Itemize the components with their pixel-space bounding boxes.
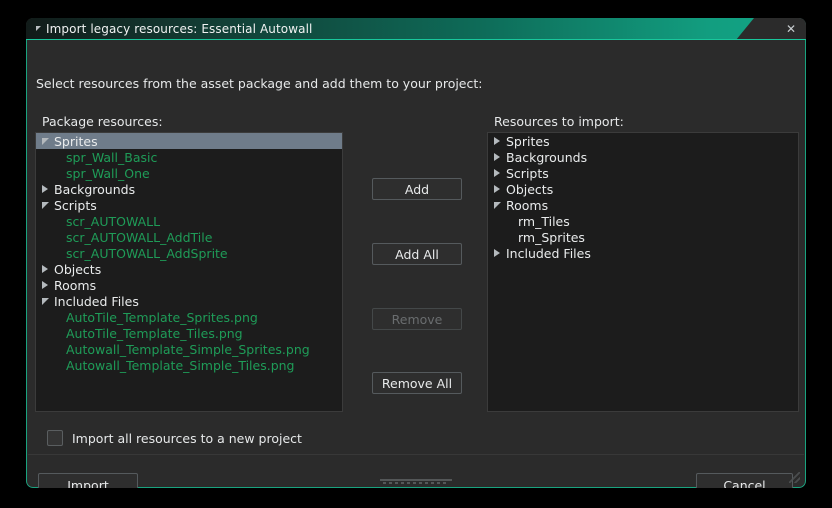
triangle-expanded-icon[interactable] [488, 202, 506, 209]
tree-row-label: Autowall_Template_Simple_Sprites.png [66, 342, 310, 357]
triangle-glyph [42, 138, 49, 145]
remove-button: Remove [372, 308, 462, 330]
tree-row-label: Objects [54, 262, 101, 277]
tree-row[interactable]: spr_Wall_Basic [36, 149, 342, 165]
triangle-glyph [42, 298, 49, 305]
triangle-glyph [42, 185, 48, 193]
triangle-glyph [494, 153, 500, 161]
tree-row[interactable]: Scripts [36, 197, 342, 213]
triangle-glyph [42, 265, 48, 273]
triangle-glyph [494, 169, 500, 177]
tree-row[interactable]: Included Files [36, 293, 342, 309]
window-title: Import legacy resources: Essential Autow… [46, 22, 312, 36]
tree-row-label: Sprites [506, 134, 550, 149]
tree-row[interactable]: Rooms [36, 277, 342, 293]
triangle-glyph [494, 249, 500, 257]
triangle-expanded-icon[interactable] [36, 202, 54, 209]
tree-row-label: Backgrounds [506, 150, 587, 165]
tree-row-label: scr_AUTOWALL_AddSprite [66, 246, 228, 261]
tree-row[interactable]: Autowall_Template_Simple_Tiles.png [36, 357, 342, 373]
add-all-button[interactable]: Add All [372, 243, 462, 265]
corner-resize-grip[interactable] [789, 472, 800, 483]
tree-row-label: rm_Sprites [518, 230, 585, 245]
tree-row-label: AutoTile_Template_Tiles.png [66, 326, 243, 341]
tree-row[interactable]: Backgrounds [488, 149, 798, 165]
triangle-glyph [42, 281, 48, 289]
tree-row[interactable]: Sprites [488, 133, 798, 149]
tree-row-label: scr_AUTOWALL [66, 214, 160, 229]
tree-row[interactable]: Sprites [36, 133, 342, 149]
tree-row-label: Scripts [506, 166, 549, 181]
tree-row[interactable]: Objects [488, 181, 798, 197]
tree-row[interactable]: rm_Tiles [488, 213, 798, 229]
triangle-glyph [494, 137, 500, 145]
tree-row-label: AutoTile_Template_Sprites.png [66, 310, 258, 325]
tree-row-label: scr_AUTOWALL_AddTile [66, 230, 212, 245]
tree-row[interactable]: Scripts [488, 165, 798, 181]
triangle-collapsed-icon[interactable] [488, 185, 506, 193]
triangle-collapsed-icon[interactable] [36, 265, 54, 273]
tree-row-label: Rooms [506, 198, 548, 213]
title-bar[interactable]: Import legacy resources: Essential Autow… [26, 18, 806, 40]
tree-row[interactable]: rm_Sprites [488, 229, 798, 245]
triangle-collapsed-icon[interactable] [36, 281, 54, 289]
close-icon[interactable]: ✕ [786, 23, 796, 35]
tree-row[interactable]: Rooms [488, 197, 798, 213]
tree-row-label: Included Files [506, 246, 591, 261]
cancel-button[interactable]: Cancel [696, 473, 793, 488]
package-resources-tree[interactable]: Spritesspr_Wall_Basicspr_Wall_OneBackgro… [35, 132, 343, 412]
tree-row[interactable]: Included Files [488, 245, 798, 261]
tree-row[interactable]: scr_AUTOWALL_AddSprite [36, 245, 342, 261]
tree-row-label: Autowall_Template_Simple_Tiles.png [66, 358, 295, 373]
triangle-collapsed-icon[interactable] [488, 137, 506, 145]
triangle-glyph [494, 185, 500, 193]
tree-row-label: spr_Wall_One [66, 166, 150, 181]
triangle-collapsed-icon[interactable] [488, 249, 506, 257]
import-legacy-resources-dialog: Import legacy resources: Essential Autow… [26, 18, 806, 488]
add-button[interactable]: Add [372, 178, 462, 200]
remove-all-button[interactable]: Remove All [372, 372, 462, 394]
tree-row[interactable]: AutoTile_Template_Tiles.png [36, 325, 342, 341]
new-project-checkbox-row[interactable]: Import all resources to a new project [38, 430, 302, 446]
footer-separator [28, 454, 804, 455]
tree-row[interactable]: Backgrounds [36, 181, 342, 197]
triangle-collapsed-icon[interactable] [488, 153, 506, 161]
tree-row-label: spr_Wall_Basic [66, 150, 157, 165]
triangle-glyph [494, 202, 501, 209]
tree-row-label: Objects [506, 182, 553, 197]
tree-row[interactable]: AutoTile_Template_Sprites.png [36, 309, 342, 325]
tree-row[interactable]: Autowall_Template_Simple_Sprites.png [36, 341, 342, 357]
collapse-toggle[interactable] [26, 27, 46, 32]
triangle-glyph [42, 202, 49, 209]
import-button[interactable]: Import [38, 473, 138, 488]
title-bar-right-cap: ✕ [736, 18, 806, 40]
resources-to-import-tree[interactable]: SpritesBackgroundsScriptsObjectsRoomsrm_… [487, 132, 799, 412]
triangle-expanded-icon[interactable] [36, 138, 54, 145]
triangle-collapsed-icon[interactable] [36, 185, 54, 193]
resources-to-import-label: Resources to import: [494, 114, 624, 129]
triangle-expanded-icon[interactable] [36, 298, 54, 305]
instruction-text: Select resources from the asset package … [36, 76, 482, 91]
tree-row[interactable]: spr_Wall_One [36, 165, 342, 181]
bottom-resize-grip[interactable] [380, 479, 452, 484]
tree-row-label: Sprites [54, 134, 98, 149]
package-resources-label: Package resources: [42, 114, 163, 129]
tree-row[interactable]: scr_AUTOWALL_AddTile [36, 229, 342, 245]
triangle-collapsed-icon[interactable] [488, 169, 506, 177]
dialog-body: Select resources from the asset package … [26, 40, 806, 488]
tree-row[interactable]: Objects [36, 261, 342, 277]
tree-row-label: Backgrounds [54, 182, 135, 197]
tree-row[interactable]: scr_AUTOWALL [36, 213, 342, 229]
tree-row-label: Rooms [54, 278, 96, 293]
triangle-expanded-icon [36, 26, 41, 31]
new-project-checkbox[interactable] [47, 430, 63, 446]
tree-row-label: Included Files [54, 294, 139, 309]
tree-row-label: rm_Tiles [518, 214, 570, 229]
tree-row-label: Scripts [54, 198, 97, 213]
new-project-checkbox-label: Import all resources to a new project [72, 431, 302, 446]
